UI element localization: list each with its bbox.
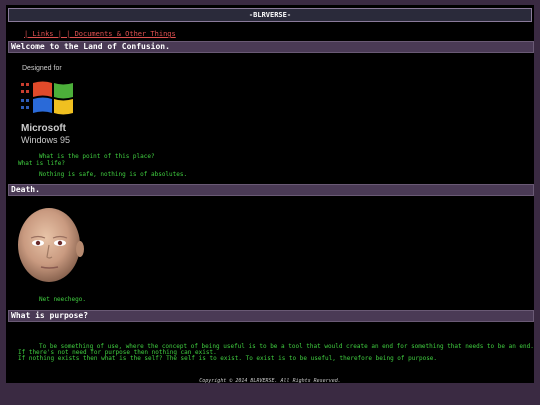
site-title-bar: -BLRVERSE- (8, 8, 532, 22)
site-title: -BLRVERSE- (248, 11, 292, 19)
windows95-logo: Designed for Microsoft Windows 95 (19, 65, 79, 147)
page-frame: -BLRVERSE- | Links | | Documents & Other… (6, 5, 534, 384)
nav-links[interactable]: | Links | | Documents & Other Things (24, 30, 176, 38)
section-title: What is purpose? (11, 311, 89, 320)
death-caption: Net neechego. (39, 296, 86, 303)
windows-flag-icon (21, 81, 73, 115)
logo-text-microsoft: Microsoft (21, 123, 66, 134)
purpose-text-3: If nothing exists then what is the self?… (18, 355, 438, 362)
welcome-text-3: Nothing is safe, nothing is of absolutes… (39, 171, 188, 178)
section-header-welcome: Welcome to the Land of Confusion. (8, 41, 534, 53)
bald-head-image (18, 208, 84, 282)
footer-copyright: Copyright © 2014 BLRVERSE. All Rights Re… (199, 378, 341, 384)
section-header-purpose: What is purpose? (8, 310, 534, 322)
welcome-text-1: What is the point of this place? (39, 153, 155, 160)
logo-text-designed-for: Designed for (22, 65, 62, 72)
section-header-death: Death. (8, 184, 534, 196)
section-title: Welcome to the Land of Confusion. (11, 42, 170, 51)
section-title: Death. (11, 185, 40, 194)
logo-text-windows95: Windows 95 (21, 135, 71, 145)
welcome-text-2: What is life? (18, 160, 65, 167)
